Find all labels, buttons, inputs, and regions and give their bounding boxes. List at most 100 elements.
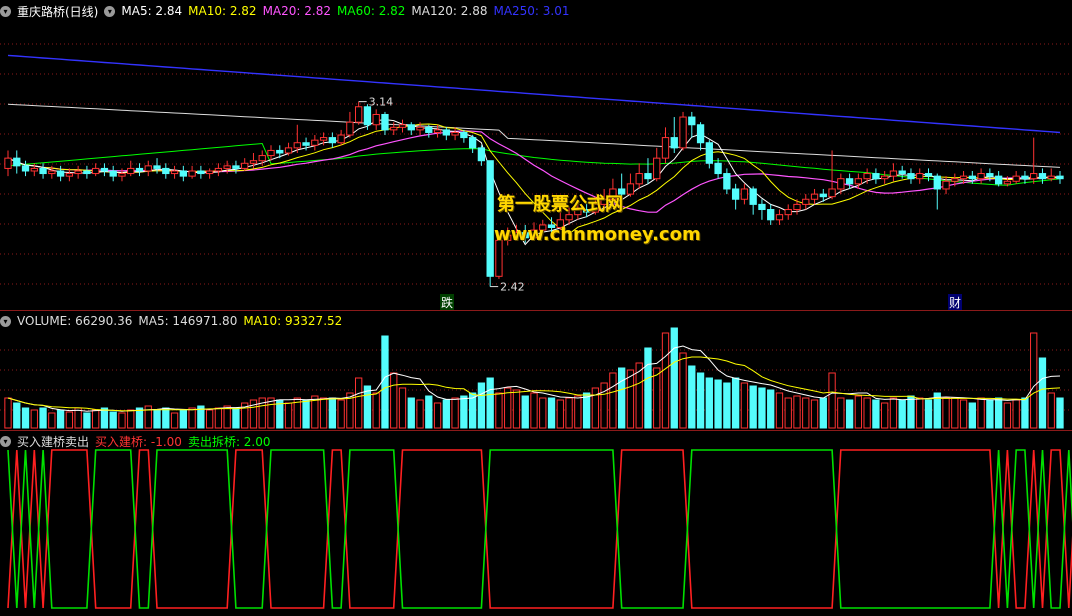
volume-bar bbox=[600, 382, 608, 429]
buy-bridge-line bbox=[7, 449, 1072, 609]
candle-body bbox=[13, 157, 21, 167]
candle-body bbox=[679, 116, 687, 149]
candle-body bbox=[48, 170, 56, 175]
candle-body bbox=[92, 167, 100, 175]
volume-bar bbox=[539, 397, 547, 429]
candle-body bbox=[144, 165, 152, 172]
volume-bar bbox=[363, 385, 372, 429]
volume-bar bbox=[205, 409, 214, 429]
candle-body bbox=[705, 142, 713, 164]
volume-bar bbox=[837, 397, 845, 429]
candle-body bbox=[854, 178, 863, 185]
candle-body bbox=[942, 180, 950, 190]
volume-bar bbox=[460, 395, 468, 429]
volume-bar bbox=[986, 399, 994, 429]
candle-body bbox=[381, 113, 389, 131]
volume-chart[interactable] bbox=[0, 310, 1072, 430]
candle-body bbox=[767, 209, 775, 221]
candle-body bbox=[731, 188, 740, 200]
volume-bar bbox=[530, 392, 538, 429]
candle-body bbox=[1012, 175, 1020, 182]
volume-bar bbox=[179, 409, 187, 429]
volume-bar bbox=[696, 372, 705, 429]
candle-body bbox=[372, 113, 380, 126]
volume-bar bbox=[714, 379, 722, 429]
volume-bar bbox=[302, 399, 310, 429]
volume-bar bbox=[442, 399, 450, 429]
candle-body bbox=[118, 173, 126, 177]
candle-body bbox=[425, 126, 433, 133]
volume-bar bbox=[1056, 397, 1064, 429]
volume-bar bbox=[547, 397, 556, 429]
candle-body bbox=[714, 162, 722, 175]
candle-body bbox=[127, 167, 135, 175]
candle-body bbox=[205, 170, 214, 175]
volume-bar bbox=[416, 399, 424, 429]
volume-bar bbox=[127, 409, 135, 429]
candle-body bbox=[968, 175, 976, 180]
candle-body bbox=[241, 162, 249, 169]
candle-body bbox=[802, 198, 810, 205]
candle-body bbox=[758, 203, 766, 211]
candle-body bbox=[907, 173, 915, 180]
volume-bar bbox=[21, 407, 30, 429]
event-tag-drop[interactable]: 跌 bbox=[440, 294, 455, 311]
candle-body bbox=[56, 170, 65, 177]
volume-bar bbox=[784, 397, 792, 429]
sell-bridge-line bbox=[7, 449, 1072, 609]
candle-body bbox=[346, 121, 354, 136]
volume-bar bbox=[653, 367, 661, 429]
candle-body bbox=[284, 147, 293, 154]
volume-bar bbox=[942, 397, 950, 429]
volume-bar bbox=[504, 387, 512, 429]
candle-body bbox=[477, 147, 486, 162]
candle-body bbox=[1030, 173, 1038, 180]
low-label: 2.42 bbox=[500, 281, 524, 294]
volume-bar bbox=[924, 399, 933, 429]
candle-body bbox=[162, 167, 170, 175]
volume-bar bbox=[609, 372, 617, 429]
candle-body bbox=[924, 173, 933, 177]
volume-bar bbox=[951, 397, 959, 429]
candle-body bbox=[39, 167, 47, 175]
volume-bar bbox=[679, 352, 687, 429]
volume-bar bbox=[39, 407, 47, 429]
candle-body bbox=[1038, 173, 1047, 180]
volume-bar bbox=[845, 399, 854, 429]
volume-bar bbox=[284, 402, 293, 429]
volume-bar bbox=[109, 411, 117, 429]
candle-body bbox=[302, 142, 310, 146]
candle-body bbox=[390, 126, 398, 131]
watermark-url: www.chnmoney.com bbox=[494, 224, 701, 245]
candle-body bbox=[1047, 175, 1055, 180]
event-tag-finance[interactable]: 财 bbox=[948, 294, 963, 311]
volume-bar bbox=[355, 377, 363, 429]
candle-body bbox=[267, 149, 275, 157]
volume-bar bbox=[477, 382, 486, 429]
candle-body bbox=[837, 178, 845, 190]
candle-body bbox=[328, 137, 337, 144]
candle-body bbox=[468, 137, 477, 149]
volume-bar bbox=[626, 369, 635, 429]
candle-body bbox=[688, 116, 696, 126]
candle-body bbox=[100, 167, 109, 172]
volume-bar bbox=[907, 395, 915, 429]
volume-bar bbox=[565, 397, 573, 429]
price-chart[interactable]: 3.14 2.42 bbox=[0, 0, 1072, 310]
candle-body bbox=[442, 129, 450, 136]
candle-body bbox=[723, 173, 731, 190]
volume-bar bbox=[92, 409, 100, 429]
candle-body bbox=[889, 170, 898, 177]
volume-bar bbox=[618, 367, 626, 429]
volume-bar bbox=[433, 402, 442, 429]
ma10-line bbox=[7, 123, 1060, 235]
volume-bar bbox=[425, 395, 433, 429]
indicator-chart[interactable] bbox=[0, 430, 1072, 616]
volume-bar bbox=[512, 389, 521, 429]
volume-bar bbox=[793, 395, 801, 429]
candle-body bbox=[258, 155, 266, 162]
volume-bar bbox=[863, 397, 871, 429]
volume-bar bbox=[390, 372, 398, 429]
volume-bar bbox=[486, 377, 494, 429]
candle-body bbox=[355, 106, 363, 123]
